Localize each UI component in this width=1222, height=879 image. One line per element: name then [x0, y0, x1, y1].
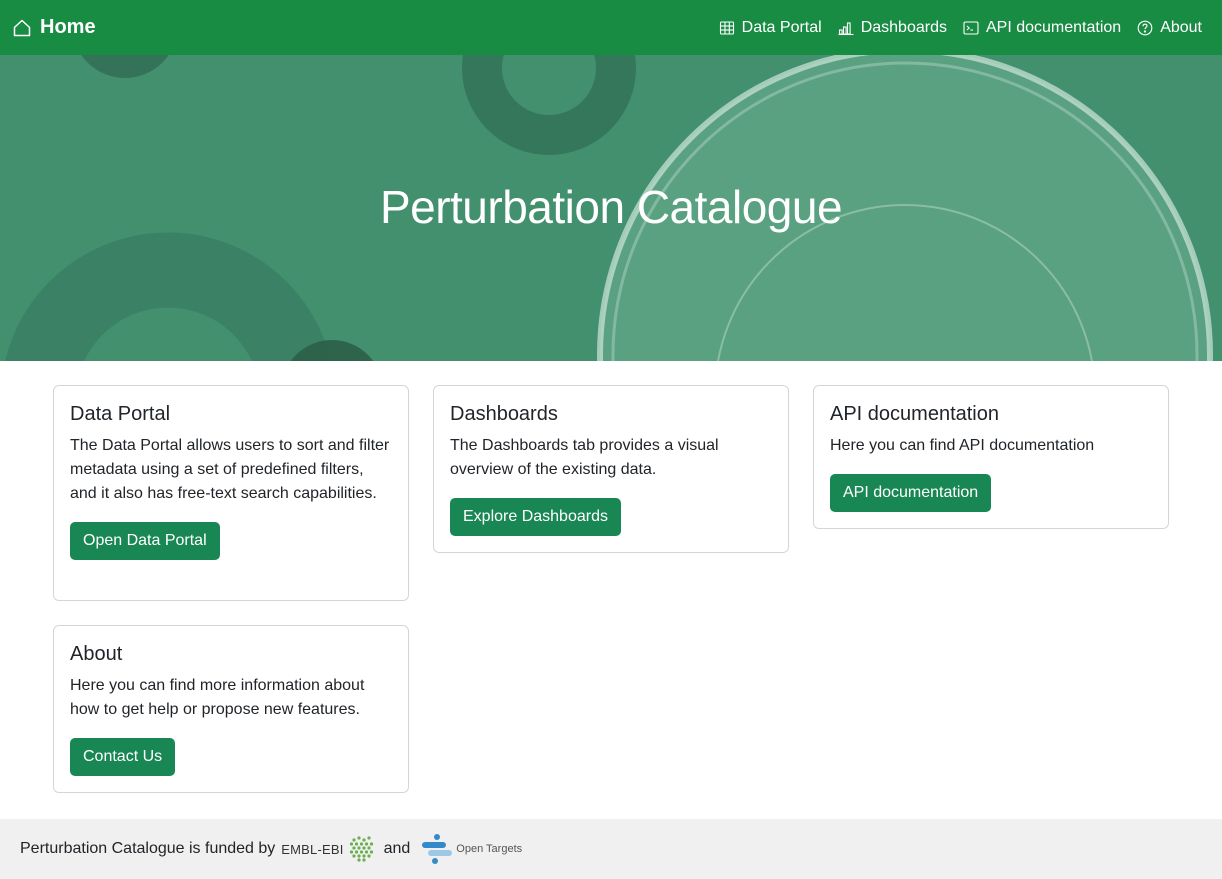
nav-link-data-portal[interactable]: Data Portal [719, 19, 822, 37]
card-text: Here you can find more information about… [70, 677, 365, 718]
card-text: The Dashboards tab provides a visual ove… [450, 437, 719, 478]
home-link[interactable]: Home [12, 16, 96, 39]
card-title: Data Portal [70, 403, 171, 425]
nav-link-label: About [1160, 18, 1202, 36]
embl-ebi-logo[interactable]: EMBL-EBI [281, 834, 375, 864]
nav-links: Data Portal Dashboards API documentation [719, 19, 1210, 37]
nav-link-dashboards[interactable]: Dashboards [838, 19, 947, 37]
card-text: The Data Portal allows users to sort and… [70, 437, 390, 502]
top-navbar: Home Data Portal Dashboards API document… [0, 0, 1222, 55]
hero-banner: Perturbation Catalogue [0, 55, 1222, 361]
embl-ebi-label: EMBL-EBI [281, 841, 344, 857]
card-title: API documentation [830, 403, 999, 425]
terminal-icon [963, 20, 979, 35]
open-data-portal-button[interactable]: Open Data Portal [70, 522, 220, 560]
card-data-portal: Data Portal The Data Portal allows users… [53, 385, 409, 601]
card-text: Here you can find API documentation [830, 437, 1095, 454]
open-targets-label: Open Targets [456, 843, 523, 855]
card-dashboards: Dashboards The Dashboards tab provides a… [433, 385, 789, 553]
open-targets-logo[interactable]: Open Targets [420, 833, 522, 865]
house-icon [13, 19, 31, 36]
nav-link-label: Dashboards [860, 18, 947, 36]
nav-link-api-documentation[interactable]: API documentation [963, 19, 1121, 37]
explore-dashboards-button[interactable]: Explore Dashboards [450, 498, 621, 536]
nav-link-about[interactable]: About [1137, 19, 1202, 37]
api-documentation-button[interactable]: API documentation [830, 474, 992, 512]
home-label: Home [40, 16, 96, 38]
funded-text: Perturbation Catalogue is funded by [20, 840, 276, 857]
footer: Perturbation Catalogue is funded by EMBL… [0, 819, 1222, 879]
card-title: About [70, 643, 123, 665]
embl-ebi-hex-icon [349, 836, 373, 862]
nav-link-label: API documentation [985, 18, 1122, 36]
card-title: Dashboards [450, 403, 558, 425]
card-api-documentation: API documentation Here you can find API … [813, 385, 1169, 529]
bar-chart-icon [838, 21, 854, 35]
nav-link-label: Data Portal [741, 18, 822, 36]
open-targets-icon [422, 834, 453, 864]
table-icon [719, 20, 734, 35]
page-title: Perturbation Catalogue [379, 181, 843, 233]
question-circle-icon [1137, 20, 1153, 35]
contact-us-button[interactable]: Contact Us [70, 738, 176, 776]
and-text: and [383, 840, 411, 857]
card-about: About Here you can find more information… [53, 625, 409, 793]
